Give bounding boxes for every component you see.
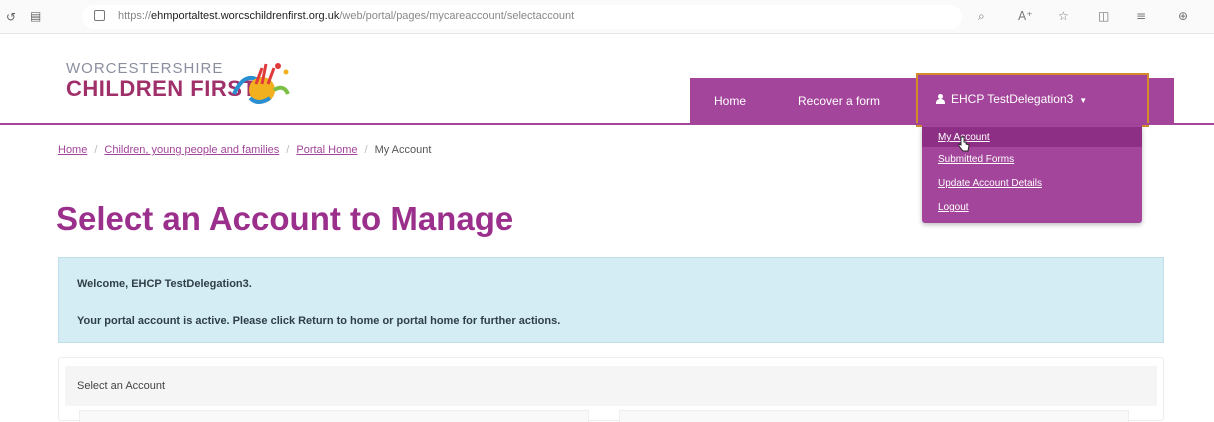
collections-icon[interactable]: ⊕	[1178, 9, 1188, 23]
nav-recover-form-link[interactable]: Recover a form	[798, 78, 880, 124]
favorite-icon[interactable]: ☆	[1058, 9, 1069, 23]
tabs-icon[interactable]: ▤	[30, 9, 41, 23]
browser-toolbar: ↺ ▤ https://ehmportaltest.worcschildrenf…	[0, 0, 1214, 34]
caret-down-icon: ▼	[1079, 96, 1088, 105]
menu-item-update-account-details[interactable]: Update Account Details	[938, 178, 1042, 189]
zoom-icon[interactable]: ⌕	[978, 9, 985, 24]
account-card-right[interactable]	[619, 410, 1129, 422]
menu-item-my-account[interactable]: My Account	[922, 127, 1142, 147]
menu-item-logout[interactable]: Logout	[938, 202, 969, 213]
hands-logo-icon	[232, 63, 290, 104]
site-logo[interactable]: WORCESTERSHIRE CHILDREN FIRST	[66, 54, 336, 114]
menu-item-submitted-forms[interactable]: Submitted Forms	[938, 154, 1014, 165]
breadcrumb-separator: /	[364, 144, 368, 156]
account-status-message: Your portal account is active. Please cl…	[77, 315, 561, 327]
breadcrumb-separator: /	[94, 144, 98, 156]
hand-cursor-icon	[958, 136, 970, 152]
page-title: Select an Account to Manage	[56, 200, 514, 237]
breadcrumb-children-young-people[interactable]: Children, young people and families	[104, 144, 279, 156]
favorites-list-icon[interactable]: ≡	[1136, 9, 1146, 23]
breadcrumb-home[interactable]: Home	[58, 144, 87, 156]
page-info-icon[interactable]	[94, 10, 105, 21]
panel-heading: Select an Account	[65, 366, 1157, 406]
address-bar[interactable]: https://ehmportaltest.worcschildrenfirst…	[82, 5, 962, 29]
address-url[interactable]: https://ehmportaltest.worcschildrenfirst…	[118, 10, 574, 22]
breadcrumb-portal-home[interactable]: Portal Home	[296, 144, 357, 156]
site-header: WORCESTERSHIRE CHILDREN FIRST Home Recov…	[0, 34, 1214, 127]
info-alert: Welcome, EHCP TestDelegation3. Your port…	[58, 257, 1164, 343]
select-account-panel: Select an Account	[58, 357, 1164, 422]
read-aloud-icon[interactable]: A⁺	[1018, 9, 1033, 23]
nav-home-link[interactable]: Home	[714, 78, 746, 124]
main-navbar: Home Recover a form EHCP TestDelegation3…	[690, 73, 1174, 127]
logo-line-1: WORCESTERSHIRE	[66, 60, 224, 77]
user-dropdown-menu: My Account Submitted Forms Update Accoun…	[922, 125, 1142, 223]
breadcrumb: Home / Children, young people and families…	[58, 144, 431, 156]
panel-heading-text: Select an Account	[77, 380, 166, 392]
split-screen-icon[interactable]: ◫	[1098, 9, 1109, 23]
user-menu-toggle[interactable]: EHCP TestDelegation3 ▼	[916, 73, 1149, 127]
user-name: EHCP TestDelegation3	[951, 92, 1074, 106]
welcome-message: Welcome, EHCP TestDelegation3.	[77, 278, 252, 290]
back-icon[interactable]: ↺	[6, 10, 16, 24]
account-card-left[interactable]	[79, 410, 589, 422]
breadcrumb-separator: /	[286, 144, 290, 156]
user-icon	[936, 94, 945, 104]
breadcrumb-current: My Account	[374, 144, 432, 156]
